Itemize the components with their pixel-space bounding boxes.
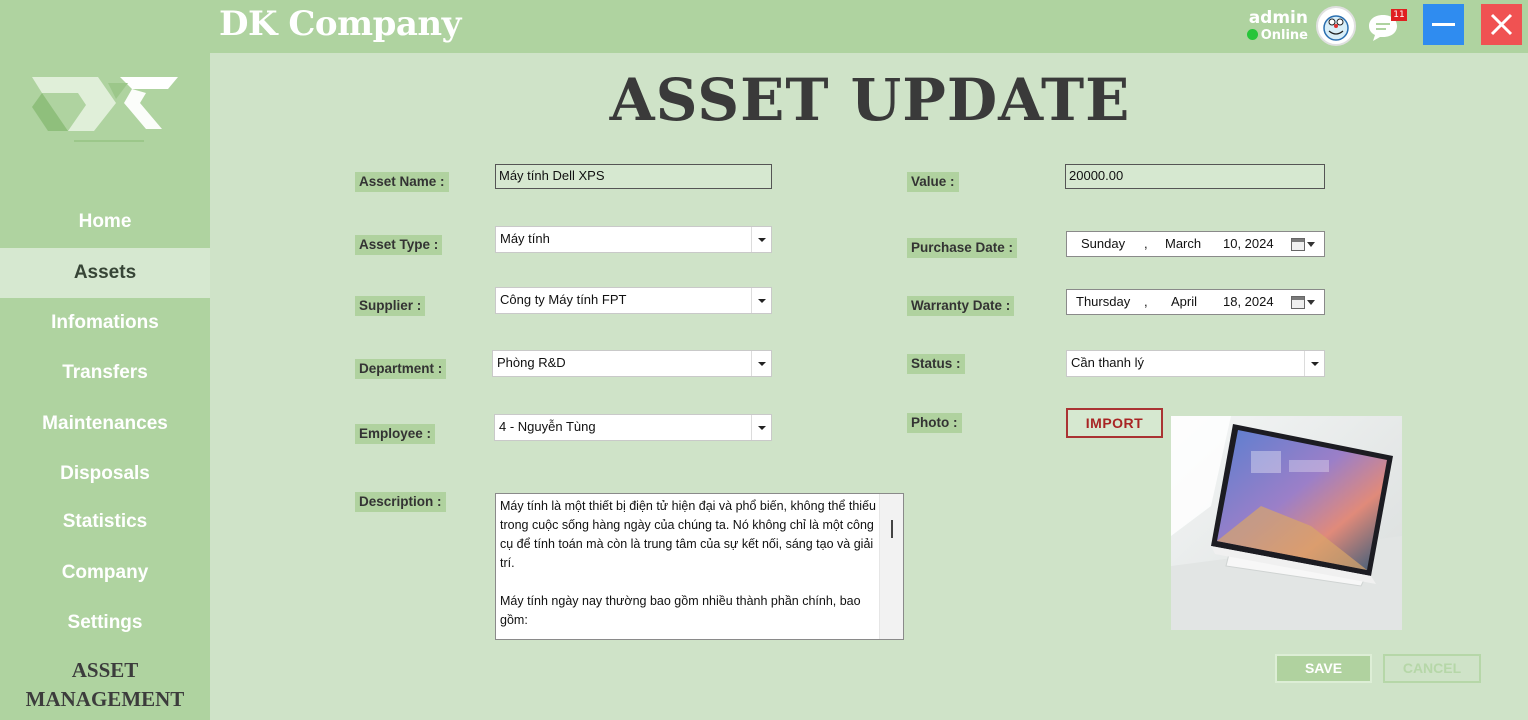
sidebar-item-disposals[interactable]: Disposals: [0, 449, 210, 499]
warranty-date-month: April: [1171, 294, 1198, 309]
sidebar: Home Assets Infomations Transfers Mainte…: [0, 53, 210, 720]
purchase-date-weekday: Sunday: [1081, 236, 1126, 251]
user-info: admin Online: [1240, 8, 1308, 44]
minimize-button[interactable]: [1423, 4, 1464, 45]
app-title: DK Company: [219, 4, 461, 44]
chevron-down-icon[interactable]: [1304, 351, 1324, 376]
sidebar-item-infomations[interactable]: Infomations: [0, 298, 210, 348]
value-field[interactable]: 20000.00: [1065, 164, 1325, 189]
chevron-down-icon[interactable]: [751, 227, 771, 252]
warranty-date-separator: ,: [1144, 294, 1148, 309]
sidebar-item-home[interactable]: Home: [0, 197, 210, 247]
sidebar-item-transfers[interactable]: Transfers: [0, 348, 210, 398]
user-status: Online: [1240, 28, 1308, 44]
sidebar-item-settings[interactable]: Settings: [0, 598, 210, 648]
purchase-date-label: Purchase Date :: [907, 238, 1018, 258]
photo-label: Photo :: [907, 413, 962, 433]
page-title: ASSET UPDATE: [609, 66, 1131, 134]
chevron-down-icon[interactable]: [751, 415, 771, 440]
description-textarea[interactable]: Máy tính là một thiết bị điện tử hiện đạ…: [495, 493, 904, 640]
avatar[interactable]: [1316, 6, 1356, 46]
description-text: Máy tính là một thiết bị điện tử hiện đạ…: [500, 499, 876, 627]
calendar-icon[interactable]: [1291, 296, 1305, 309]
warranty-date-day-year: 18, 2024: [1223, 294, 1274, 309]
supplier-value: Công ty Máy tính FPT: [500, 292, 627, 307]
status-value: Cần thanh lý: [1071, 355, 1144, 370]
close-icon: [1490, 13, 1513, 36]
import-button[interactable]: IMPORT: [1066, 408, 1163, 438]
calendar-icon[interactable]: [1291, 238, 1305, 251]
title-bar: DK Company admin Online 11: [0, 0, 1528, 53]
online-dot-icon: [1246, 29, 1258, 40]
supplier-select[interactable]: Công ty Máy tính FPT: [495, 287, 772, 314]
warranty-date-picker[interactable]: Thursday , April 18, 2024: [1066, 289, 1325, 315]
sidebar-item-statistics[interactable]: Statistics: [0, 497, 210, 547]
department-value: Phòng R&D: [497, 355, 566, 370]
description-label: Description :: [355, 492, 446, 512]
sidebar-footer-line1: ASSET: [71, 658, 139, 682]
department-label: Department :: [355, 359, 447, 379]
employee-value: 4 - Nguyễn Tùng: [499, 419, 596, 434]
warranty-date-weekday: Thursday: [1076, 294, 1131, 309]
supplier-label: Supplier :: [355, 296, 426, 316]
tablet-photo-icon: [1171, 416, 1402, 630]
dk-logo-icon: [32, 77, 178, 142]
asset-type-value: Máy tính: [500, 231, 550, 246]
chevron-down-icon[interactable]: [1307, 300, 1315, 305]
employee-label: Employee :: [355, 424, 436, 444]
chevron-down-icon[interactable]: [1307, 242, 1315, 247]
save-button[interactable]: SAVE: [1275, 654, 1372, 683]
status-select[interactable]: Cần thanh lý: [1066, 350, 1325, 377]
close-button[interactable]: [1481, 4, 1522, 45]
chevron-down-icon[interactable]: [751, 351, 771, 376]
purchase-date-separator: ,: [1144, 236, 1148, 251]
company-logo: [28, 63, 188, 153]
asset-type-select[interactable]: Máy tính: [495, 226, 772, 253]
chevron-down-icon[interactable]: [751, 288, 771, 313]
sidebar-item-maintenances[interactable]: Maintenances: [0, 399, 210, 449]
sidebar-footer-line2: MANAGEMENT: [25, 687, 185, 711]
sidebar-item-assets[interactable]: Assets: [0, 248, 210, 298]
warranty-date-label: Warranty Date :: [907, 296, 1015, 316]
purchase-date-day-year: 10, 2024: [1223, 236, 1274, 251]
employee-select[interactable]: 4 - Nguyễn Tùng: [494, 414, 772, 441]
cancel-button[interactable]: CANCEL: [1383, 654, 1481, 683]
asset-name-field[interactable]: Máy tính Dell XPS: [495, 164, 772, 189]
user-name: admin: [1248, 8, 1308, 28]
sidebar-footer: ASSET MANAGEMENT: [0, 656, 210, 714]
asset-photo: [1171, 416, 1402, 630]
user-status-text: Online: [1260, 28, 1308, 43]
department-select[interactable]: Phòng R&D: [492, 350, 772, 377]
avatar-icon: [1319, 9, 1353, 43]
sidebar-item-company[interactable]: Company: [0, 548, 210, 598]
value-label: Value :: [907, 172, 959, 192]
status-label: Status :: [907, 354, 965, 374]
purchase-date-month: March: [1165, 236, 1202, 251]
notification-badge: 11: [1391, 9, 1407, 21]
asset-name-label: Asset Name :: [355, 172, 449, 192]
description-scrollbar[interactable]: [879, 494, 903, 639]
purchase-date-picker[interactable]: Sunday , March 10, 2024: [1066, 231, 1325, 257]
asset-type-label: Asset Type :: [355, 235, 443, 255]
